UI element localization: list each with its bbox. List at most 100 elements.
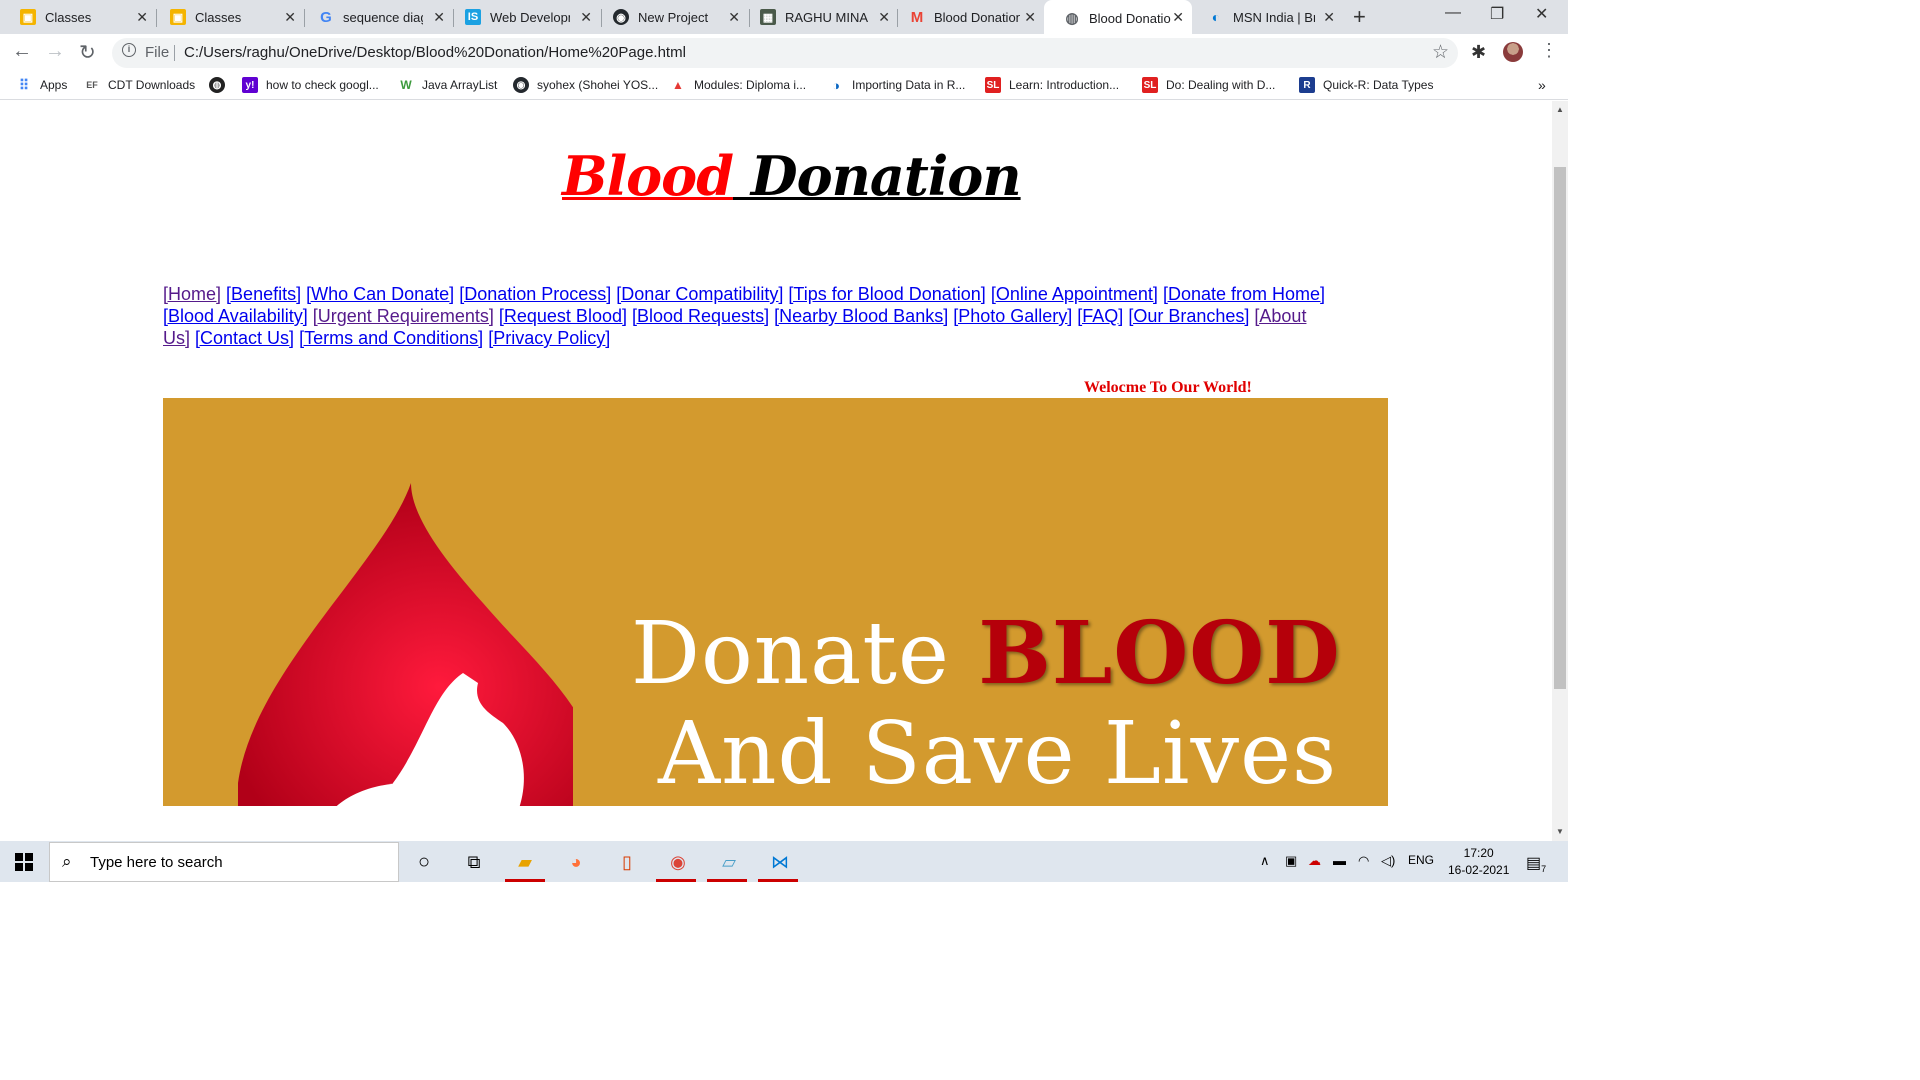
tab-new-project[interactable]: ◉ New Project ✕ bbox=[593, 0, 748, 34]
system-clock[interactable]: 17:20 16-02-2021 bbox=[1448, 845, 1509, 879]
extensions-puzzle-icon[interactable]: ✱ bbox=[1471, 42, 1486, 63]
bookmark-cdt-downloads[interactable]: EF CDT Downloads bbox=[84, 77, 195, 93]
bookmark-globe[interactable]: ◍ bbox=[209, 77, 233, 93]
cortana-icon[interactable]: ○ bbox=[411, 849, 437, 875]
bookmark-apps[interactable]: ⠿ Apps bbox=[16, 76, 68, 93]
wifi-icon[interactable]: ◠ bbox=[1358, 853, 1369, 869]
onedrive-error-icon[interactable]: ☁ bbox=[1308, 853, 1321, 869]
nav-link[interactable]: [Our Branches] bbox=[1128, 306, 1249, 326]
scroll-down-arrow-icon[interactable]: ▼ bbox=[1556, 827, 1564, 836]
bookmark-do-dealing[interactable]: SL Do: Dealing with D... bbox=[1142, 77, 1275, 93]
file-explorer-icon[interactable]: ▰ bbox=[512, 849, 538, 875]
globe-icon: ◍ bbox=[209, 77, 225, 93]
restore-icon[interactable]: ❐ bbox=[1490, 4, 1504, 24]
title-blood: Blood bbox=[562, 144, 734, 208]
close-icon[interactable]: ✕ bbox=[136, 9, 148, 26]
minimize-icon[interactable]: — bbox=[1445, 4, 1461, 22]
scrollbar-thumb[interactable] bbox=[1554, 167, 1566, 689]
firefox-icon[interactable]: ◕ bbox=[563, 849, 589, 875]
nav-link[interactable]: [Benefits] bbox=[226, 284, 301, 304]
show-hidden-icons-chevron-icon[interactable]: ∧ bbox=[1260, 853, 1270, 869]
banner-donate-text: Donate bbox=[631, 604, 979, 704]
page-scrollbar[interactable]: ▲ ▼ bbox=[1552, 101, 1568, 841]
classroom-icon: ▣ bbox=[170, 9, 186, 25]
apps-grid-icon: ⠿ bbox=[18, 76, 30, 93]
bookmark-modules-diploma[interactable]: ▲ Modules: Diploma i... bbox=[670, 77, 806, 93]
tab-classes-1[interactable]: ▣ Classes ✕ bbox=[0, 0, 156, 34]
tab-raghu-mina[interactable]: ▦ RAGHU MINA ✕ bbox=[740, 0, 898, 34]
bookmark-star-icon[interactable]: ☆ bbox=[1432, 41, 1449, 64]
address-bar[interactable]: i File C:/Users/raghu/OneDrive/Desktop/B… bbox=[112, 38, 1458, 68]
close-icon[interactable]: ✕ bbox=[728, 9, 740, 26]
tab-web-development[interactable]: IS Web Development ✕ bbox=[445, 0, 600, 34]
tab-blood-donation-gmail[interactable]: M Blood Donation ✕ bbox=[889, 0, 1044, 34]
search-placeholder: Type here to search bbox=[90, 854, 223, 871]
nav-link[interactable]: [FAQ] bbox=[1077, 306, 1123, 326]
language-indicator[interactable]: ENG bbox=[1408, 853, 1434, 867]
banner-blood-text: BLOOD bbox=[978, 603, 1341, 704]
task-view-icon[interactable]: ⧉ bbox=[461, 849, 487, 875]
clock-date: 16-02-2021 bbox=[1448, 863, 1510, 877]
bookmark-syohex[interactable]: ◉ syohex (Shohei YOS... bbox=[513, 77, 658, 93]
tab-msn-india[interactable]: ◐ MSN India | Breaking ✕ bbox=[1188, 0, 1343, 34]
bookmark-importing-data[interactable]: ◑ Importing Data in R... bbox=[828, 77, 965, 93]
office-icon[interactable]: ▯ bbox=[614, 849, 640, 875]
close-icon[interactable]: ✕ bbox=[1172, 9, 1184, 26]
info-icon[interactable]: i bbox=[122, 43, 136, 57]
scroll-up-arrow-icon[interactable]: ▲ bbox=[1556, 105, 1564, 114]
msn-icon: ◐ bbox=[1211, 9, 1221, 25]
bookmark-quick-r[interactable]: R Quick-R: Data Types bbox=[1299, 77, 1433, 93]
nav-link[interactable]: [Contact Us] bbox=[195, 328, 294, 348]
close-icon[interactable]: ✕ bbox=[1323, 9, 1335, 26]
nav-link[interactable]: [Photo Gallery] bbox=[953, 306, 1072, 326]
nav-link[interactable]: [Home] bbox=[163, 284, 221, 304]
notepad-icon[interactable]: ▱ bbox=[716, 849, 742, 875]
more-menu-icon[interactable]: ⋮ bbox=[1540, 40, 1558, 61]
bookmark-learn-introduction[interactable]: SL Learn: Introduction... bbox=[985, 77, 1119, 93]
bookmark-label: Importing Data in R... bbox=[852, 78, 966, 92]
profile-avatar[interactable] bbox=[1503, 42, 1523, 62]
tab-blood-donation-active[interactable]: ◍ Blood Donation ✕ bbox=[1044, 0, 1192, 36]
battery-icon[interactable]: ▬ bbox=[1333, 853, 1346, 868]
notifications-icon[interactable]: ▤7 bbox=[1526, 853, 1546, 874]
nav-link[interactable]: [Who Can Donate] bbox=[306, 284, 454, 304]
url-text[interactable]: C:/Users/raghu/OneDrive/Desktop/Blood%20… bbox=[184, 44, 686, 61]
nav-link[interactable]: [Blood Requests] bbox=[632, 306, 769, 326]
meet-now-icon[interactable]: ▣ bbox=[1285, 853, 1297, 869]
nav-link[interactable]: [Privacy Policy] bbox=[488, 328, 610, 348]
more-bookmarks-chevron-icon[interactable]: » bbox=[1538, 77, 1546, 93]
bookmark-how-to-check[interactable]: y! how to check googl... bbox=[242, 77, 379, 93]
nav-link[interactable]: [Urgent Requirements] bbox=[313, 306, 494, 326]
new-tab-button[interactable]: + bbox=[1353, 4, 1366, 30]
close-icon[interactable]: ✕ bbox=[433, 9, 445, 26]
tab-classes-2[interactable]: ▣ Classes ✕ bbox=[150, 0, 304, 34]
chrome-icon[interactable]: ◉ bbox=[665, 849, 691, 875]
taskbar-search-box[interactable]: ⌕ Type here to search bbox=[49, 842, 399, 882]
tab-sequence-diagram[interactable]: G sequence diagram ✕ bbox=[298, 0, 453, 34]
nav-link[interactable]: [Nearby Blood Banks] bbox=[774, 306, 948, 326]
windows-start-icon[interactable] bbox=[15, 853, 33, 871]
reload-icon[interactable]: ↻ bbox=[79, 40, 96, 65]
nav-link[interactable]: [Request Blood] bbox=[499, 306, 627, 326]
nav-link[interactable]: [Terms and Conditions] bbox=[299, 328, 483, 348]
nav-link[interactable]: [Tips for Blood Donation] bbox=[788, 284, 985, 304]
bookmark-label: CDT Downloads bbox=[108, 78, 196, 92]
bookmark-java-arraylist[interactable]: W Java ArrayList bbox=[398, 77, 497, 93]
close-icon[interactable]: ✕ bbox=[1024, 9, 1036, 26]
forward-arrow-icon[interactable]: → bbox=[45, 40, 65, 63]
close-icon[interactable]: ✕ bbox=[580, 9, 592, 26]
vscode-icon[interactable]: ⋈ bbox=[767, 849, 793, 875]
bookmark-label: Learn: Introduction... bbox=[1009, 78, 1120, 92]
nav-link[interactable]: [Donate from Home] bbox=[1163, 284, 1325, 304]
nav-link[interactable]: [Donar Compatibility] bbox=[616, 284, 783, 304]
close-icon[interactable]: ✕ bbox=[284, 9, 296, 26]
w3schools-icon: W bbox=[400, 78, 412, 92]
back-arrow-icon[interactable]: ← bbox=[12, 40, 32, 63]
volume-icon[interactable]: ◁) bbox=[1381, 853, 1395, 869]
tab-title: Classes bbox=[195, 9, 242, 25]
file-label: File bbox=[145, 44, 170, 61]
nav-link[interactable]: [Blood Availability] bbox=[163, 306, 308, 326]
nav-link[interactable]: [Donation Process] bbox=[459, 284, 611, 304]
window-close-icon[interactable]: ✕ bbox=[1535, 4, 1548, 24]
nav-link[interactable]: [Online Appointment] bbox=[991, 284, 1158, 304]
